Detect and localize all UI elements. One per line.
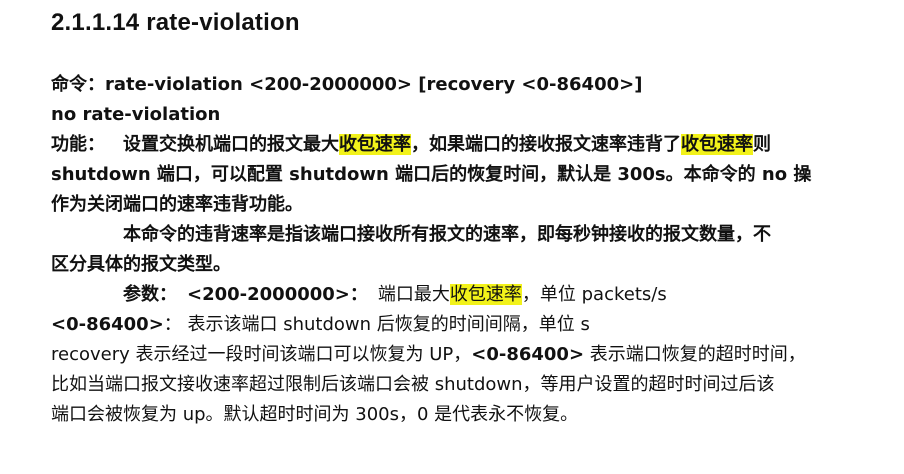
description-line-2: 区分具体的报文类型。 (51, 254, 231, 275)
param-line-1: 参数： <200-2000000>： 端口最大收包速率，单位 packets/s (51, 280, 887, 310)
command-label: 命令： (51, 74, 105, 95)
param-rate-text: 端口最大 (377, 284, 450, 305)
param-recovery-name: <0-86400> (51, 314, 164, 335)
highlight-receive-rate: 收包速率 (339, 134, 411, 155)
param-line-5: 端口会被恢复为 up。默认超时时间为 300s，0 是代表永不恢复。 (51, 404, 579, 425)
function-text: 设置交换机端口的报文最大 (123, 134, 339, 155)
description-line-1: 本命令的违背速率是指该端口接收所有报文的速率，即每秒钟接收的报文数量，不 (123, 224, 771, 245)
function-text: ，如果端口的接收报文速率违背了 (411, 134, 681, 155)
command-syntax: rate-violation <200-2000000> [recovery <… (105, 74, 643, 95)
function-line-2: shutdown 端口，可以配置 shutdown 端口后的恢复时间，默认是 3… (51, 164, 812, 185)
param-line-2: <0-86400>： 表示该端口 shutdown 后恢复的时间间隔，单位 s (51, 310, 887, 340)
param-rate-name: <200-2000000>： (187, 284, 368, 305)
recovery-desc: recovery 表示经过一段时间该端口可以恢复为 UP， (51, 344, 472, 365)
highlight-receive-rate: 收包速率 (449, 284, 522, 305)
no-command-line: no rate-violation (51, 104, 221, 125)
document-page: 2.1.1.14 rate-violation 命令：rate-violatio… (51, 6, 887, 430)
recovery-range: <0-86400> (471, 344, 585, 365)
section-heading: 2.1.1.14 rate-violation (51, 9, 300, 36)
params-label: 参数： (123, 284, 177, 305)
command-syntax-line: 命令：rate-violation <200-2000000> [recover… (51, 70, 887, 100)
function-text: 则 (753, 134, 771, 155)
function-label: 功能： (51, 134, 105, 155)
param-line-4: 比如当端口报文接收速率超过限制后该端口会被 shutdown，等用户设置的超时时… (51, 374, 775, 395)
param-recovery-text: ： 表示该端口 shutdown 后恢复的时间间隔，单位 s (163, 314, 590, 335)
function-line-1: 功能： 设置交换机端口的报文最大收包速率，如果端口的接收报文速率违背了收包速率则 (51, 130, 887, 160)
param-rate-unit: ，单位 packets/s (521, 284, 667, 305)
highlight-receive-rate: 收包速率 (681, 134, 753, 155)
recovery-desc-2: 表示端口恢复的超时时间， (584, 344, 806, 365)
param-line-3: recovery 表示经过一段时间该端口可以恢复为 UP，<0-86400> 表… (51, 340, 887, 370)
function-line-3: 作为关闭端口的速率违背功能。 (51, 194, 303, 215)
